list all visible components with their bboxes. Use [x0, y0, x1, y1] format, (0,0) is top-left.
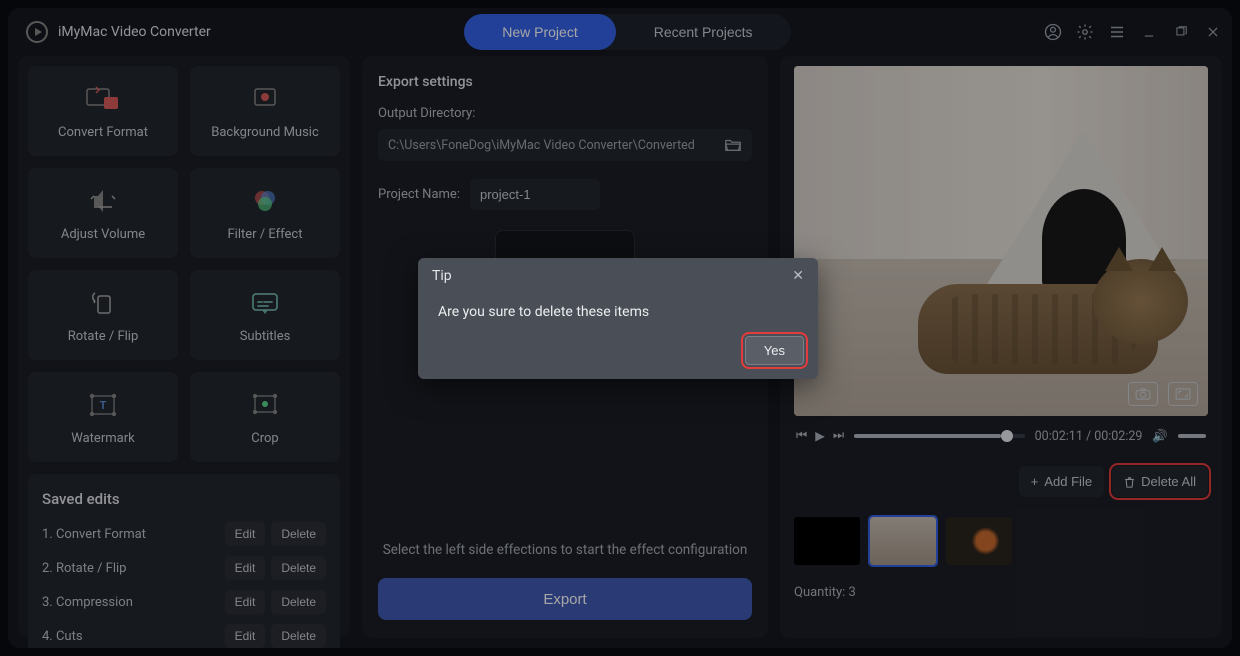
dialog-message: Are you sure to delete these items [418, 294, 818, 336]
dialog-close-icon[interactable]: ✕ [792, 268, 804, 284]
confirm-dialog: Tip ✕ Are you sure to delete these items… [418, 258, 818, 379]
dialog-title: Tip [432, 268, 452, 284]
dialog-yes-button[interactable]: Yes [745, 336, 804, 365]
